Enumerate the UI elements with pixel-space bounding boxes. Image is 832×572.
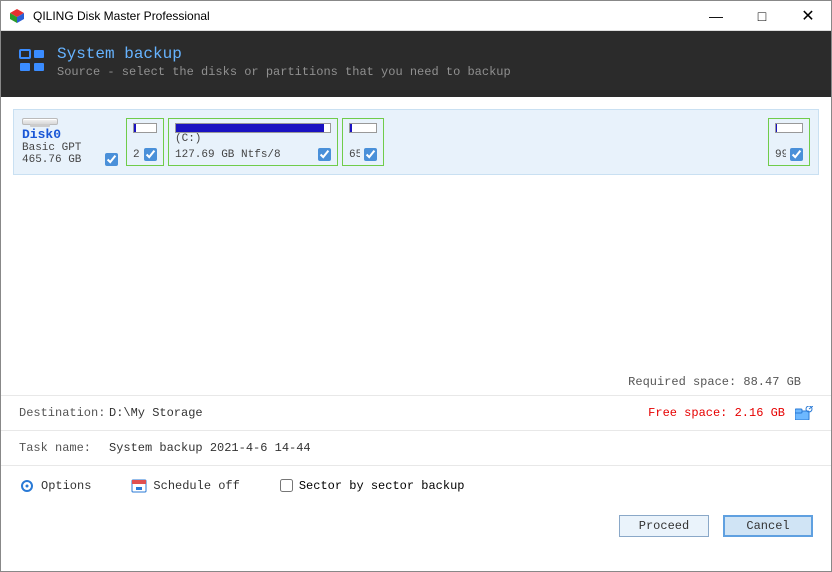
gear-icon bbox=[19, 478, 35, 494]
sector-label: Sector by sector backup bbox=[299, 479, 465, 493]
options-bar: Options Schedule off Sector by sector ba… bbox=[1, 465, 831, 505]
schedule-label: Schedule off bbox=[153, 479, 239, 493]
disk-strip: Disk0 Basic GPT 465.76 GB 26. (C:) 127.69 … bbox=[13, 109, 819, 175]
free-space: Free space: 2.16 GB bbox=[648, 406, 785, 420]
app-logo-icon bbox=[9, 8, 25, 24]
disk-size: 465.76 GB bbox=[22, 154, 118, 166]
partition-checkbox[interactable] bbox=[364, 148, 377, 161]
task-name-row: Task name: System backup 2021-4-6 14-44 bbox=[1, 430, 831, 465]
partition[interactable]: 26. bbox=[126, 118, 164, 166]
window-title: QILING Disk Master Professional bbox=[33, 9, 693, 23]
partition-label: 26. bbox=[133, 149, 140, 161]
disk-info: Disk0 Basic GPT 465.76 GB bbox=[22, 118, 122, 166]
task-name-label: Task name: bbox=[19, 441, 109, 455]
required-space: Required space: 88.47 GB bbox=[1, 375, 831, 389]
partition-checkbox[interactable] bbox=[790, 148, 803, 161]
partition-label: 65. bbox=[349, 149, 360, 161]
browse-destination-icon[interactable] bbox=[795, 406, 813, 420]
page-title: System backup bbox=[57, 45, 511, 63]
disk-checkbox[interactable] bbox=[105, 153, 118, 166]
page-header: System backup Source - select the disks … bbox=[1, 31, 831, 97]
cancel-button[interactable]: Cancel bbox=[723, 515, 813, 537]
titlebar: QILING Disk Master Professional — □ ✕ bbox=[1, 1, 831, 31]
proceed-button[interactable]: Proceed bbox=[619, 515, 709, 537]
partition-label: 99. bbox=[775, 149, 786, 161]
disk-type: Basic GPT bbox=[22, 142, 118, 154]
sector-by-sector-option[interactable]: Sector by sector backup bbox=[280, 479, 465, 493]
disk-drive-icon bbox=[22, 118, 58, 125]
partition-label: 127.69 GB Ntfs/8 bbox=[175, 149, 281, 161]
button-bar: Proceed Cancel bbox=[1, 505, 831, 547]
partition-drive: (C:) bbox=[175, 133, 331, 145]
partition[interactable]: 99. bbox=[768, 118, 810, 166]
options-link[interactable]: Options bbox=[19, 478, 91, 494]
page-subtitle: Source - select the disks or partitions … bbox=[57, 65, 511, 79]
partition-checkbox[interactable] bbox=[318, 148, 331, 161]
schedule-link[interactable]: Schedule off bbox=[131, 478, 239, 494]
calendar-icon bbox=[131, 478, 147, 494]
task-name-value[interactable]: System backup 2021-4-6 14-44 bbox=[109, 441, 813, 455]
destination-value[interactable]: D:\My Storage bbox=[109, 406, 648, 420]
sector-checkbox[interactable] bbox=[280, 479, 293, 492]
partition-checkbox[interactable] bbox=[144, 148, 157, 161]
destination-row: Destination: D:\My Storage Free space: 2… bbox=[1, 395, 831, 430]
maximize-button[interactable]: □ bbox=[739, 1, 785, 31]
options-label: Options bbox=[41, 479, 91, 493]
minimize-button[interactable]: — bbox=[693, 1, 739, 31]
system-backup-icon bbox=[19, 47, 47, 75]
partition[interactable]: 65. bbox=[342, 118, 384, 166]
partition[interactable]: (C:) 127.69 GB Ntfs/8 bbox=[168, 118, 338, 166]
close-button[interactable]: ✕ bbox=[785, 1, 831, 31]
disk-name: Disk0 bbox=[22, 127, 118, 142]
destination-label: Destination: bbox=[19, 406, 109, 420]
